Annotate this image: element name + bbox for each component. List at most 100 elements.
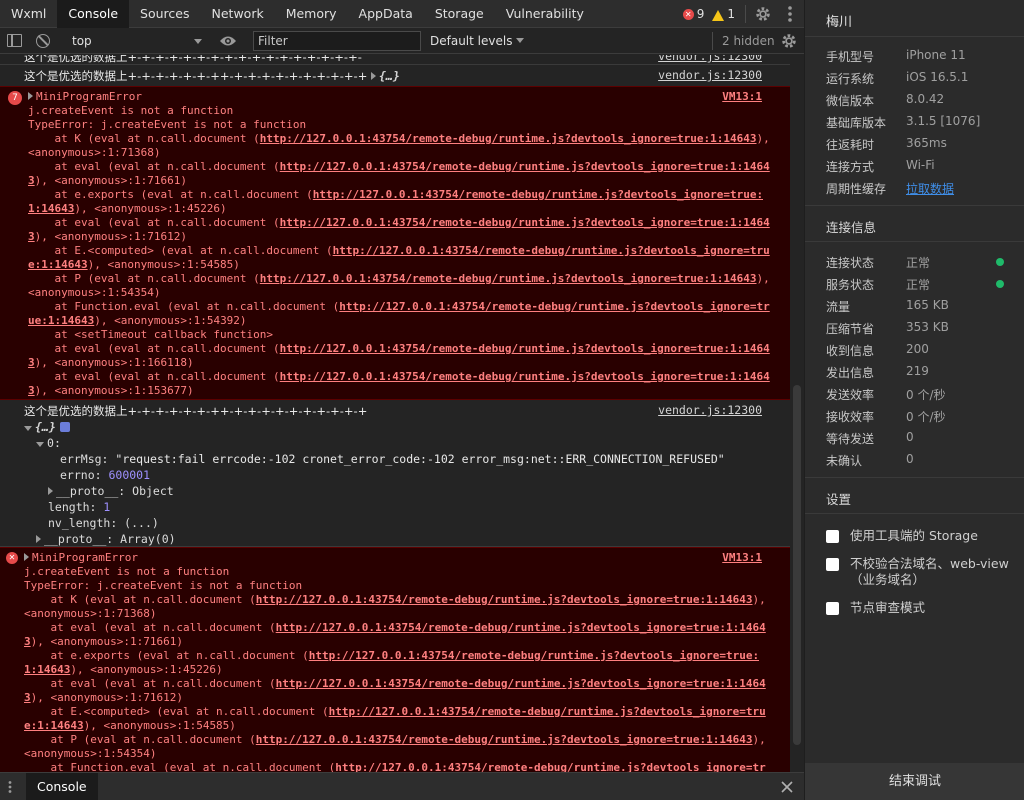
stack-frame: at P (eval at n.call.document (http://12… [28,272,769,286]
tab-sources[interactable]: Sources [129,0,200,28]
settings-checkbox[interactable] [826,558,839,571]
settings-checkbox-label[interactable]: 节点审查模式 [850,600,1010,616]
error-title[interactable]: MiniProgramError [28,90,142,104]
stack-frame-link[interactable]: 3 [28,174,35,187]
object-preview[interactable]: {…} [379,69,400,83]
end-debug-button[interactable]: 结束调试 [805,763,1024,800]
stack-frame-link[interactable]: e:1:14643 [24,719,84,732]
collapse-arrow-icon[interactable] [24,426,32,431]
tab-vulnerability[interactable]: Vulnerability [495,0,595,28]
collapse-arrow-icon[interactable] [36,442,44,447]
stack-frame-link[interactable]: 1:14643 [24,663,70,676]
source-link[interactable]: vendor.js:12300 [658,68,762,82]
stack-frame-link[interactable]: 3 [24,635,31,648]
stack-frame-link[interactable]: http://127.0.0.1:43754/remote-debug/runt… [260,272,757,285]
expand-arrow-icon[interactable] [371,72,376,80]
prop-value: 1 [103,500,111,514]
stack-frame-link[interactable]: http://127.0.0.1:43754/remote-debug/runt… [280,216,770,229]
tab-appdata[interactable]: AppData [348,0,424,28]
error-message: j.createEvent is not a function [24,565,230,578]
log-levels-dropdown[interactable]: Default levels [430,31,525,51]
stack-frame-link[interactable]: http://127.0.0.1:43754/remote-debug/runt… [333,244,770,257]
conn-label: 流量 [826,300,851,314]
stack-frame-link[interactable]: http://127.0.0.1:43754/remote-debug/runt… [256,733,753,746]
stack-frame: e:1:14643), <anonymous>:1:54585) [28,258,240,272]
expand-arrow-icon[interactable] [24,553,29,561]
error-count[interactable]: 9 [697,7,705,21]
source-link[interactable]: vendor.js:12300 [658,403,762,417]
expand-arrow-icon[interactable] [28,92,33,100]
stack-frame-link[interactable]: 3 [28,356,35,369]
stack-frame-link[interactable]: http://127.0.0.1:43754/remote-debug/runt… [309,649,759,662]
log-row[interactable]: 这个是优选的数据上+-+-+-+-+-+-++-+-+-+-+-+-+-+-+-… [0,65,790,87]
stack-frame: 3), <anonymous>:1:71661) [24,635,183,649]
scrollbar-thumb[interactable] [793,385,801,745]
error-count-icon[interactable]: ✕ [682,8,694,20]
expand-arrow-icon[interactable] [48,487,53,495]
stack-frame: at eval (eval at n.call.document (http:/… [28,342,770,356]
source-link[interactable]: vendor.js:12300 [658,55,762,63]
stack-frame-link[interactable]: e:1:14643 [28,258,88,271]
stack-frame-link[interactable]: http://127.0.0.1:43754/remote-debug/runt… [280,160,770,173]
stack-frame-link[interactable]: http://127.0.0.1:43754/remote-debug/runt… [280,370,770,383]
expand-arrow-icon[interactable] [36,535,41,543]
show-sidebar-icon[interactable] [7,34,22,47]
more-options-icon[interactable] [780,4,800,24]
stack-frame-link[interactable]: http://127.0.0.1:43754/remote-debug/runt… [276,621,766,634]
live-expression-eye-icon[interactable] [219,34,237,48]
tab-memory[interactable]: Memory [275,0,348,28]
drawer-tab-console[interactable]: Console [26,773,98,800]
tab-console[interactable]: Console [57,0,130,28]
panel-tabbar: Wxml Console Sources Network Memory AppData St… [0,0,804,28]
tab-storage[interactable]: Storage [424,0,495,28]
context-selector[interactable]: top [66,31,206,51]
stack-frame: at e.exports (eval at n.call.document (h… [28,188,763,202]
error-title[interactable]: MiniProgramError [24,551,138,565]
object-root[interactable]: {…} [24,419,724,435]
stack-frame-link[interactable]: 1:14643 [28,202,74,215]
stack-frame-link[interactable]: http://127.0.0.1:43754/remote-debug/runt… [276,677,766,690]
error-message-block[interactable]: 7 MiniProgramError VM13:1 j.createEvent … [0,86,790,400]
source-link[interactable]: VM13:1 [722,551,762,564]
stack-frame-link[interactable]: http://127.0.0.1:43754/remote-debug/runt… [329,705,766,718]
warning-count-icon[interactable] [712,9,725,21]
stack-frame-link[interactable]: http://127.0.0.1:43754/remote-debug/runt… [313,188,763,201]
stack-frame-link[interactable]: http://127.0.0.1:43754/remote-debug/runt… [280,342,770,355]
console-messages[interactable]: 这个是优选的数据上+-+-+-+-+-+-+-+-+-+-+-+-+-+-+-+… [0,55,790,772]
settings-gear-icon[interactable] [754,5,772,23]
prop-nv-length[interactable]: nv_length: (...) [48,515,748,531]
stack-frame-link[interactable]: http://127.0.0.1:43754/remote-debug/runt… [260,132,757,145]
stack-frame-link[interactable]: ue:1:14643 [28,314,94,327]
proto-outer-row[interactable]: __proto__: Array(0) [36,531,736,547]
console-settings-gear-icon[interactable] [780,32,798,50]
console-scrollbar[interactable] [790,55,804,772]
stack-frame-link[interactable]: http://127.0.0.1:43754/remote-debug/runt… [339,300,769,313]
stack-frame-link[interactable]: 3 [28,230,35,243]
log-row-expanded[interactable]: 这个是优选的数据上+-+-+-+-+-+-++-+-+-+-+-+-+-+-+-… [0,400,790,547]
error-message-block[interactable]: ✕ MiniProgramError VM13:1 j.createEvent … [0,547,790,772]
proto-inner-row[interactable]: __proto__: Object [48,483,748,499]
divider [805,477,1024,478]
settings-checkbox-label[interactable]: 使用工具端的 Storage [850,528,1010,544]
stack-frame: 3), <anonymous>:1:153677) [28,384,194,398]
clear-console-icon[interactable] [36,34,50,48]
stack-frame-link[interactable]: http://127.0.0.1:43754/remote-debug/runt… [256,593,753,606]
settings-checkbox[interactable] [826,530,839,543]
warning-count[interactable]: 1 [727,7,735,21]
source-link[interactable]: VM13:1 [722,90,762,103]
tab-network[interactable]: Network [201,0,275,28]
tab-wxml[interactable]: Wxml [0,0,57,28]
close-drawer-icon[interactable] [780,780,794,794]
object-index-row[interactable]: 0: [36,435,736,451]
stack-frame-link[interactable]: http://127.0.0.1:43754/remote-debug/runt… [335,761,765,772]
connection-info-title: 连接信息 [826,220,877,235]
stack-frame-link[interactable]: 3 [24,691,31,704]
settings-checkbox-label[interactable]: 不校验合法域名、web-view（业务域名） [850,556,1010,588]
filter-input[interactable] [253,31,421,51]
settings-checkbox[interactable] [826,602,839,615]
pull-data-link[interactable]: 拉取数据 [906,180,954,197]
stack-frame-link[interactable]: 3 [28,384,35,397]
prop-colon: : [101,452,116,466]
log-row[interactable]: 这个是优选的数据上+-+-+-+-+-+-+-+-+-+-+-+-+-+-+-+… [0,55,790,65]
drawer-menu-icon[interactable] [8,781,12,793]
